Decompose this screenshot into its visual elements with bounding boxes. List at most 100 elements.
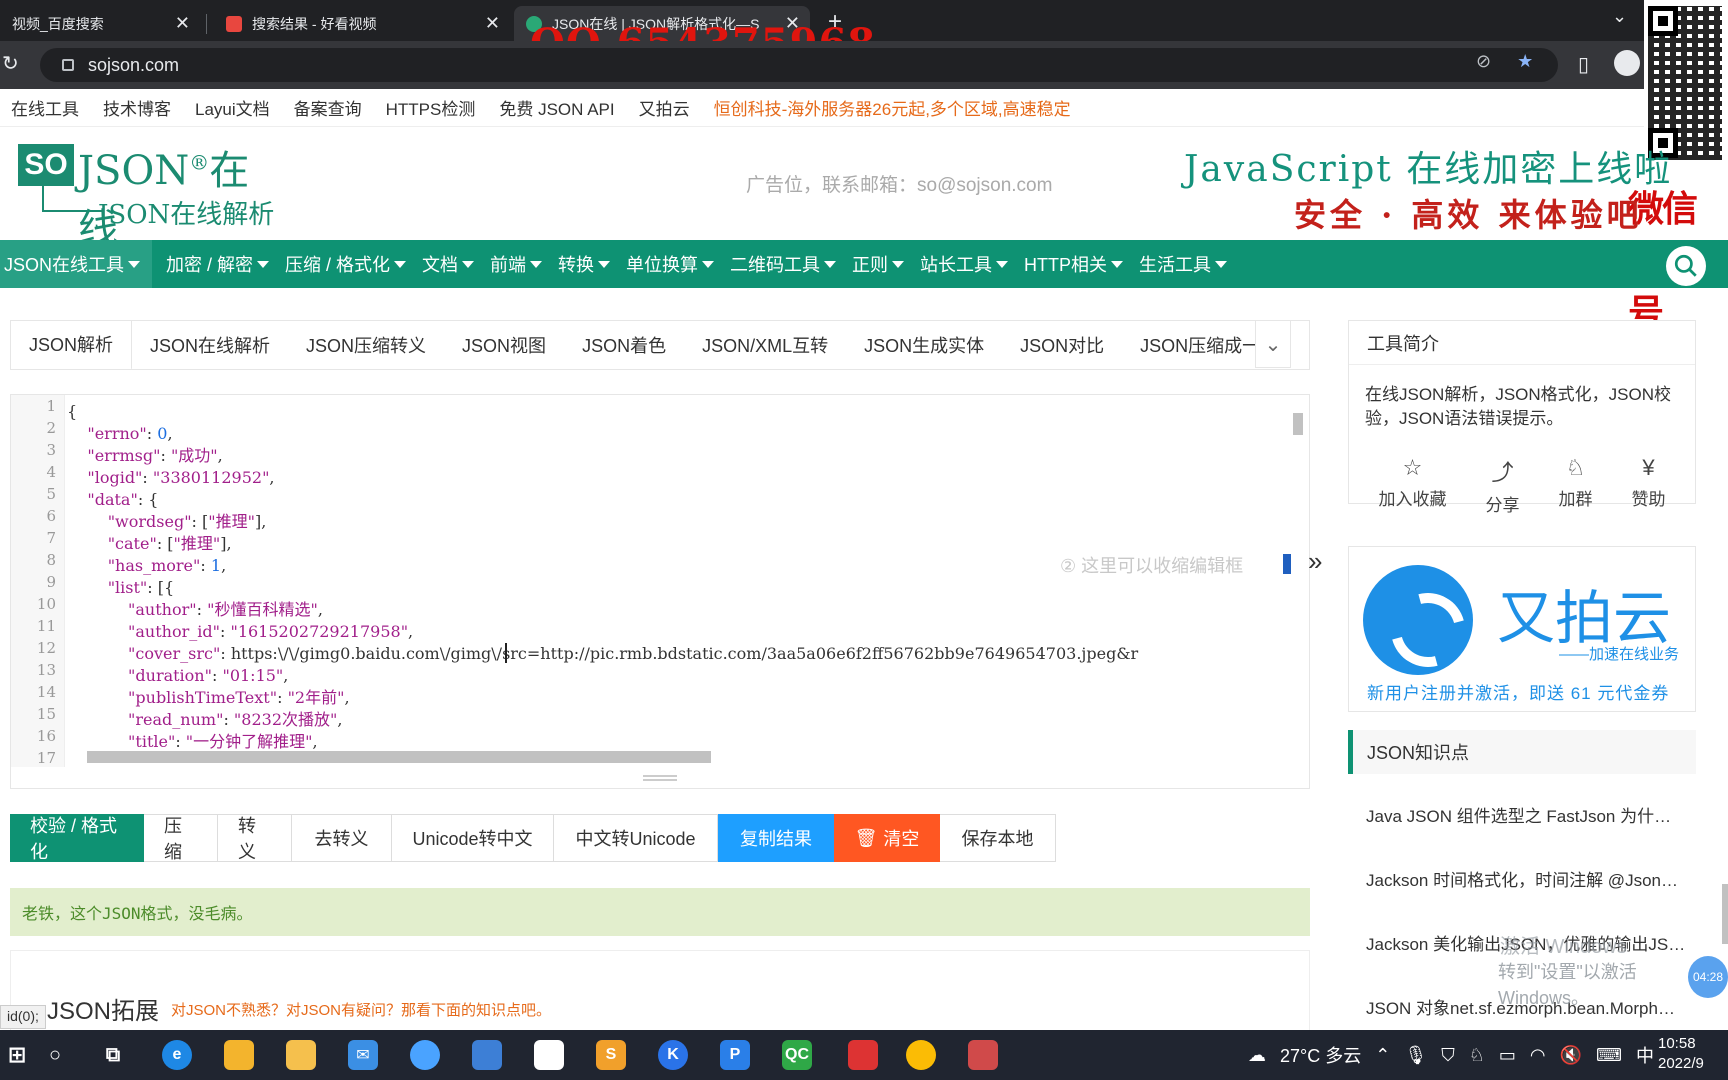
ime-indicator[interactable]: 中 <box>1636 1042 1654 1068</box>
share-button[interactable]: ⤴ 分享 <box>1486 455 1520 516</box>
sojson-logo[interactable]: SO JSON®在线 JSON在线解析 <box>18 138 288 252</box>
site-link-blog[interactable]: 技术博客 <box>103 95 171 120</box>
incognito-profile-icon[interactable] <box>1614 50 1640 76</box>
site-link-beian[interactable]: 备案查询 <box>294 95 362 120</box>
nav-life[interactable]: 生活工具 <box>1135 240 1239 288</box>
site-link-promo[interactable]: 恒创科技-海外服务器26元起,多个区域,高速稳定 <box>714 95 1071 120</box>
game-app-icon[interactable] <box>848 1040 878 1070</box>
nav-frontend[interactable]: 前端 <box>486 240 554 288</box>
code-line[interactable]: { <box>67 401 1297 423</box>
task-view-icon[interactable]: ⧉ <box>98 1040 128 1070</box>
tab-search-chevron-icon[interactable]: ⌄ <box>1612 6 1627 27</box>
vertical-scrollbar[interactable] <box>1290 399 1304 741</box>
cortana-search-icon[interactable]: ○ <box>40 1040 70 1070</box>
code-line[interactable]: "duration": "01:15", <box>67 665 1297 687</box>
banner-headline[interactable]: JavaScript 在线加密上线啦 <box>1184 140 1672 192</box>
edge-icon[interactable]: e <box>162 1040 192 1070</box>
site-link-json-api[interactable]: 免费 JSON API <box>499 95 614 120</box>
code-line[interactable]: "data": { <box>67 489 1297 511</box>
wifi-icon[interactable]: ◠ <box>1530 1045 1546 1066</box>
code-line[interactable]: "author_id": "1615202729217958", <box>67 621 1297 643</box>
nav-regex[interactable]: 正则 <box>848 240 916 288</box>
banner-tagline[interactable]: 安全 · 高效 来体验吧 <box>1294 190 1643 236</box>
k-app-icon[interactable]: K <box>658 1040 688 1070</box>
weather-text[interactable]: 27°C 多云 <box>1280 1042 1361 1068</box>
mail-icon[interactable]: ✉ <box>348 1040 378 1070</box>
nav-units[interactable]: 单位换算 <box>622 240 726 288</box>
tab-json-parse[interactable]: JSON解析 <box>11 321 133 369</box>
close-icon[interactable]: ✕ <box>485 13 500 34</box>
site-link-https[interactable]: HTTPS检测 <box>386 95 476 120</box>
horizontal-scrollbar[interactable] <box>75 749 1295 763</box>
file-explorer-icon[interactable] <box>224 1040 254 1070</box>
reload-icon[interactable]: ↻ <box>2 51 19 76</box>
page-scrollbar[interactable] <box>1722 884 1728 944</box>
qc-app-icon[interactable]: QC <box>782 1040 812 1070</box>
tab-json-view[interactable]: JSON视图 <box>444 321 564 369</box>
nav-json-tools[interactable]: JSON在线工具 <box>0 240 153 288</box>
chevron-up-icon[interactable]: ⌃ <box>1375 1045 1390 1066</box>
validate-format-button[interactable]: 校验 / 格式化 <box>10 814 144 862</box>
clear-button[interactable]: 🗑 清空 <box>834 814 940 862</box>
shield-icon[interactable]: ⛉ <box>1441 1045 1455 1066</box>
code-line[interactable]: "errmsg": "成功", <box>67 445 1297 467</box>
tab-json-compress-escape[interactable]: JSON压缩转义 <box>288 321 444 369</box>
nav-compress[interactable]: 压缩 / 格式化 <box>281 240 418 288</box>
knowledge-link[interactable]: Java JSON 组件选型之 FastJson 为什… <box>1366 802 1696 827</box>
nav-convert[interactable]: 转换 <box>554 240 622 288</box>
site-link-tools[interactable]: 在线工具 <box>11 95 79 120</box>
resize-handle[interactable] <box>643 775 677 781</box>
tab-haokan[interactable]: 搜索结果 - 好看视频 ✕ <box>214 6 510 41</box>
nav-webmaster[interactable]: 站长工具 <box>916 240 1020 288</box>
media-app-icon[interactable] <box>410 1040 440 1070</box>
code-line[interactable]: "publishTimeText": "2年前", <box>67 687 1297 709</box>
bookmark-star-icon[interactable]: ★ <box>1517 51 1533 72</box>
compress-button[interactable]: 压缩 <box>144 814 218 862</box>
close-icon[interactable]: ✕ <box>175 13 190 34</box>
nav-docs[interactable]: 文档 <box>418 240 486 288</box>
weather-cloud-icon[interactable]: ☁ <box>1248 1045 1266 1066</box>
recording-timer[interactable]: 04:28 <box>1688 956 1728 998</box>
favorite-button[interactable]: ☆ 加入收藏 <box>1379 455 1447 516</box>
tab-json-online-parse[interactable]: JSON在线解析 <box>132 321 288 369</box>
chinese-to-unicode-button[interactable]: 中文转Unicode <box>554 814 718 862</box>
tab-json-compare[interactable]: JSON对比 <box>1002 321 1122 369</box>
tab-json-xml[interactable]: JSON/XML互转 <box>684 321 846 369</box>
clock[interactable]: 10:58 2022/9 <box>1658 1034 1704 1074</box>
sublime-text-icon[interactable]: S <box>596 1040 626 1070</box>
join-group-button[interactable]: ♘ 加群 <box>1559 455 1593 516</box>
tab-json-color[interactable]: JSON着色 <box>564 321 684 369</box>
site-link-layui[interactable]: Layui文档 <box>195 95 270 120</box>
code-area[interactable]: { "errno": 0, "errmsg": "成功", "logid": "… <box>67 401 1297 767</box>
nav-http[interactable]: HTTP相关 <box>1020 240 1135 288</box>
keyboard-icon[interactable]: ⌨ <box>1596 1045 1622 1066</box>
red-app-icon[interactable] <box>968 1040 998 1070</box>
site-link-upyun[interactable]: 又拍云 <box>639 95 690 120</box>
side-panel-icon[interactable]: ▯ <box>1578 52 1589 77</box>
collapse-editor-arrow-icon[interactable]: » <box>1308 546 1322 577</box>
nav-qrcode[interactable]: 二维码工具 <box>726 240 848 288</box>
nav-encrypt[interactable]: 加密 / 解密 <box>162 240 281 288</box>
upyun-ad[interactable]: 又拍云 ——加速在线业务 新用户注册并激活，即送 61 元代金券 <box>1348 546 1696 712</box>
code-line[interactable]: "cover_src": https:\/\/gimg0.baidu.com\/… <box>67 643 1297 665</box>
unicode-to-chinese-button[interactable]: Unicode转中文 <box>392 814 554 862</box>
sponsor-button[interactable]: ¥ 赞助 <box>1632 455 1666 516</box>
battery-icon[interactable]: ▭ <box>1499 1045 1516 1066</box>
copy-result-button[interactable]: 复制结果 <box>718 814 834 862</box>
tab-json-entity[interactable]: JSON生成实体 <box>846 321 1002 369</box>
app-colorful-icon[interactable] <box>534 1040 564 1070</box>
knowledge-link[interactable]: Jackson 时间格式化，时间注解 @Json… <box>1366 866 1696 891</box>
feishu-icon[interactable] <box>472 1040 502 1070</box>
store-icon[interactable] <box>286 1040 316 1070</box>
search-icon[interactable] <box>1666 246 1706 286</box>
code-line[interactable]: "errno": 0, <box>67 423 1297 445</box>
unescape-button[interactable]: 去转义 <box>292 814 392 862</box>
volume-icon[interactable]: 🔇 <box>1560 1045 1582 1066</box>
code-line[interactable]: "author": "秒懂百科精选", <box>67 599 1297 621</box>
windows-start-icon[interactable]: ⊞ <box>2 1040 32 1070</box>
chrome-icon[interactable] <box>906 1040 936 1070</box>
code-line[interactable]: "logid": "3380112952", <box>67 467 1297 489</box>
code-line[interactable]: "read_num": "8232次播放", <box>67 709 1297 731</box>
url-input[interactable]: sojson.com <box>40 48 1558 82</box>
tab-baidu-search[interactable]: 视频_百度搜索 ✕ <box>0 6 200 41</box>
